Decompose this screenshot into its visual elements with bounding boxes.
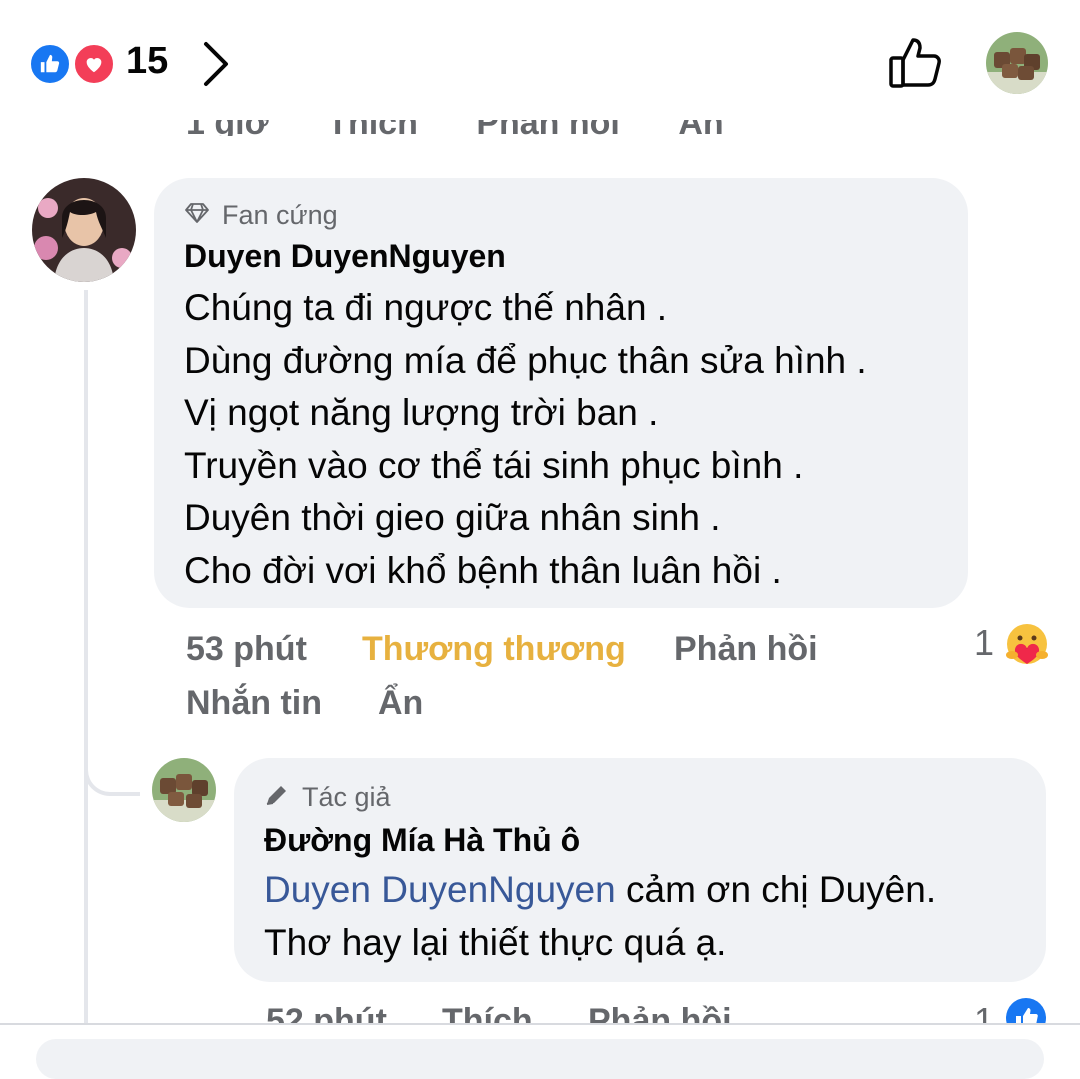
comment-line: Chúng ta đi ngược thế nhân .: [184, 287, 668, 328]
comment-line: Dùng đường mía để phục thân sửa hình .: [184, 339, 867, 381]
reply-time[interactable]: 52 phút: [266, 1002, 387, 1023]
reply-reply-button[interactable]: Phản hồi: [588, 1002, 732, 1023]
chevron-right-icon[interactable]: [198, 38, 232, 95]
author-avatar[interactable]: [152, 758, 216, 822]
author-badge: Tác giả: [264, 782, 391, 813]
love-reaction-icon: [72, 42, 116, 86]
comment-text: Chúng ta đi ngược thế nhân . Dùng đường …: [184, 282, 867, 597]
thread-connector: [84, 740, 140, 796]
thread-line: [84, 290, 88, 1030]
badge-label: Tác giả: [302, 782, 391, 812]
comment-composer-bar: [0, 1023, 1080, 1079]
reply-text: Duyen DuyenNguyen cảm ơn chị Duyên. Thơ …: [264, 864, 936, 969]
reply-line-text: cảm ơn chị Duyên.: [615, 869, 937, 910]
reply-button[interactable]: Phản hồi: [674, 630, 818, 669]
like-icon: [1004, 996, 1048, 1023]
top-fan-badge: Fan cứng: [184, 200, 338, 231]
commenter-avatar[interactable]: [32, 178, 136, 282]
reaction-count[interactable]: 15: [126, 40, 168, 83]
comment-line: Duyên thời gieo giữa nhân sinh .: [184, 497, 721, 538]
reply-author[interactable]: Đường Mía Hà Thủ ô: [264, 822, 580, 859]
diamond-icon: [184, 202, 210, 229]
comment-author[interactable]: Duyen DuyenNguyen: [184, 238, 506, 275]
comment-line: Cho đời vơi khổ bệnh thân luân hồi .: [184, 549, 782, 591]
comment-time[interactable]: 53 phút: [186, 630, 307, 669]
pencil-icon: [264, 783, 290, 812]
badge-label: Fan cứng: [222, 200, 338, 230]
comment-input[interactable]: [36, 1039, 1044, 1079]
comment-bubble[interactable]: Fan cứng Duyen DuyenNguyen Chúng ta đi n…: [154, 178, 968, 608]
reply-line: Duyen DuyenNguyen cảm ơn chị Duyên.: [264, 864, 936, 917]
thumbs-up-outline-icon[interactable]: [886, 34, 944, 97]
reply-line: Thơ hay lại thiết thực quá ạ.: [264, 921, 727, 963]
user-avatar[interactable]: [986, 32, 1048, 94]
reactions-header: 15: [0, 0, 1080, 120]
comment-line: Truyền vào cơ thể tái sinh phục bình .: [184, 444, 804, 486]
care-icon: [1004, 622, 1050, 673]
mention-link[interactable]: Duyen DuyenNguyen: [264, 869, 616, 910]
hide-button[interactable]: Ẩn: [378, 684, 423, 723]
comment-reaction-count[interactable]: 1: [974, 622, 994, 664]
reaction-button[interactable]: Thương thương: [362, 630, 626, 669]
reply-reaction-count[interactable]: 1: [974, 1000, 994, 1023]
reply-actions: 52 phút Thích Phản hồi: [266, 998, 1066, 1023]
reply-like-button[interactable]: Thích: [442, 1002, 533, 1023]
message-button[interactable]: Nhắn tin: [186, 684, 322, 723]
comment-line: Vị ngọt năng lượng trời ban .: [184, 392, 659, 433]
reply-bubble[interactable]: Tác giả Đường Mía Hà Thủ ô Duyen DuyenNg…: [234, 758, 1046, 982]
like-reaction-icon: [28, 42, 72, 86]
